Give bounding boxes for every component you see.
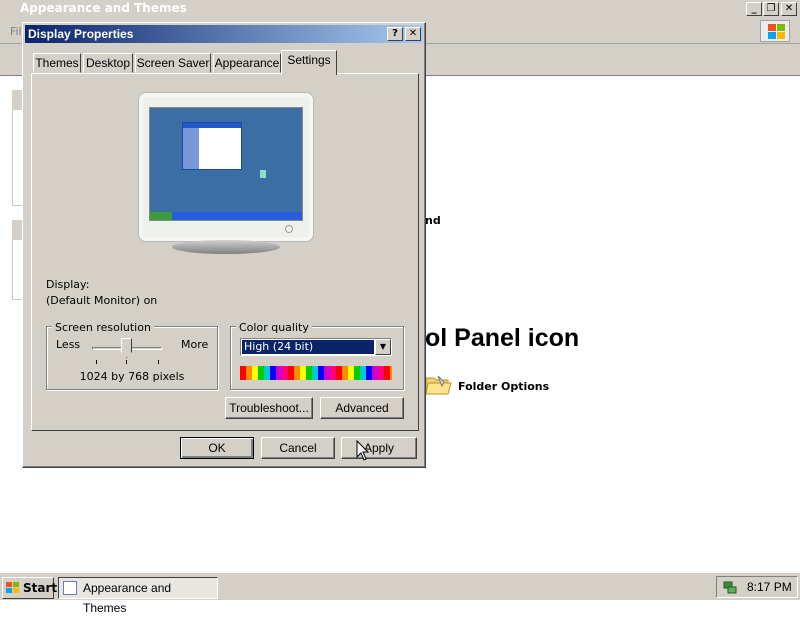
background-window-title: Appearance and Themes xyxy=(20,1,187,15)
windows-logo-icon xyxy=(760,20,790,42)
system-tray: 8:17 PM xyxy=(716,576,798,598)
menu-file-partial[interactable]: Fil xyxy=(10,25,22,38)
color-quality-select[interactable]: High (24 bit) ▼ xyxy=(240,338,392,356)
advanced-button[interactable]: Advanced xyxy=(320,397,404,419)
network-icon[interactable] xyxy=(723,580,737,594)
folder-options-icon[interactable] xyxy=(424,372,452,396)
background-window-titlebar: Appearance and Themes _ ❐ ✕ xyxy=(0,0,800,18)
resolution-value: 1024 by 768 pixels xyxy=(79,370,185,383)
chevron-down-icon[interactable]: ▼ xyxy=(375,339,391,355)
dialog-close-button[interactable]: ✕ xyxy=(405,27,421,41)
help-button[interactable]: ? xyxy=(387,27,403,41)
display-properties-dialog: Display Properties ? ✕ Themes Desktop Sc… xyxy=(22,22,426,468)
settings-tab-panel: Display: (Default Monitor) on Screen res… xyxy=(31,73,419,431)
less-label: Less xyxy=(56,338,81,351)
cancel-button[interactable]: Cancel xyxy=(261,437,335,459)
folder-options-link[interactable]: Folder Options xyxy=(458,380,549,393)
control-panel-heading: ol Panel icon xyxy=(425,324,580,352)
color-spectrum-bar xyxy=(240,366,392,380)
close-window-button[interactable]: ✕ xyxy=(781,2,797,16)
tab-screen-saver[interactable]: Screen Saver xyxy=(135,53,211,73)
mouse-cursor-icon xyxy=(356,440,370,461)
taskbar-window-button[interactable]: Appearance and Themes xyxy=(58,577,218,615)
tab-desktop[interactable]: Desktop xyxy=(83,53,133,73)
more-label: More xyxy=(181,338,209,351)
minimize-button[interactable]: _ xyxy=(746,2,762,16)
start-label: Start xyxy=(23,581,58,595)
windows-flag-icon xyxy=(6,582,19,593)
ok-button[interactable]: OK xyxy=(180,437,254,459)
desktop-preview-screen xyxy=(149,107,303,221)
display-label: Display: xyxy=(46,278,90,291)
preview-desktop-icon xyxy=(260,170,266,178)
tab-appearance[interactable]: Appearance xyxy=(213,53,281,73)
color-quality-group xyxy=(230,326,404,390)
taskbar-window-label: Appearance and Themes xyxy=(83,581,172,615)
monitor-name: (Default Monitor) on xyxy=(46,294,158,307)
tab-settings[interactable]: Settings xyxy=(281,50,337,75)
dialog-title: Display Properties xyxy=(28,27,134,41)
monitor-preview xyxy=(138,92,314,242)
troubleshoot-button[interactable]: Troubleshoot... xyxy=(225,397,313,419)
taskbar: Start Appearance and Themes 8:17 PM xyxy=(0,572,800,615)
color-quality-legend: Color quality xyxy=(236,321,312,334)
monitor-power-icon xyxy=(285,225,293,233)
color-quality-value: High (24 bit) xyxy=(242,340,374,354)
slider-tick xyxy=(126,360,127,364)
partial-link-text[interactable]: nd xyxy=(425,214,441,227)
screen-resolution-legend: Screen resolution xyxy=(52,321,154,334)
tab-themes[interactable]: Themes xyxy=(33,53,81,73)
apply-button[interactable]: Apply xyxy=(341,437,417,459)
clock[interactable]: 8:17 PM xyxy=(747,580,792,594)
slider-tick xyxy=(96,360,97,364)
restore-button[interactable]: ❐ xyxy=(763,2,779,16)
preview-taskbar xyxy=(150,212,302,220)
preview-window xyxy=(182,122,242,170)
start-button[interactable]: Start xyxy=(2,577,58,599)
slider-tick xyxy=(158,360,159,364)
monitor-stand xyxy=(172,240,280,254)
control-panel-icon xyxy=(63,581,77,595)
dialog-titlebar: Display Properties ? ✕ xyxy=(25,25,423,43)
